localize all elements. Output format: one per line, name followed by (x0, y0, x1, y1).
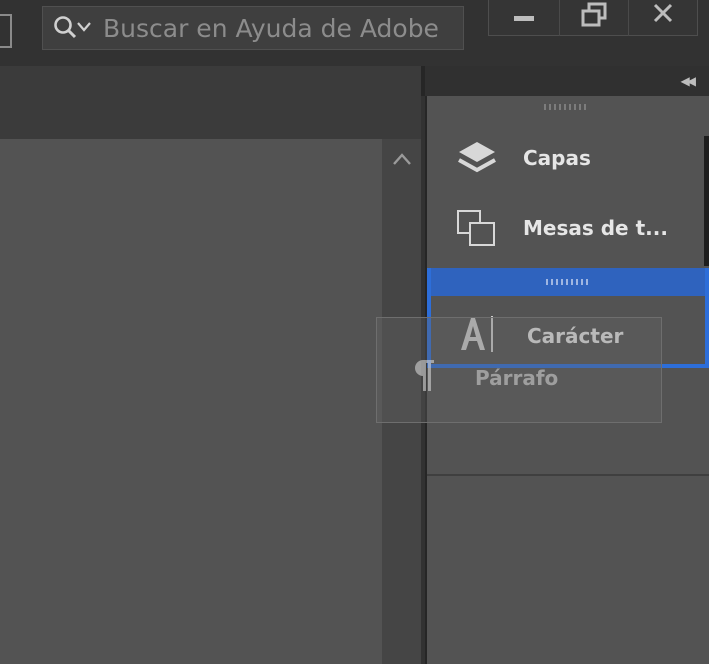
panel-item-layers[interactable]: Capas (427, 126, 709, 188)
chevron-up-icon[interactable] (392, 151, 412, 167)
pilcrow-icon (415, 360, 434, 391)
close-icon (653, 3, 673, 23)
window-controls (488, 0, 698, 36)
help-search-box[interactable] (42, 6, 464, 50)
panel-item-label: Mesas de t... (523, 216, 668, 240)
layers-icon (458, 142, 496, 173)
panel-dock-header: ◀◀ (421, 66, 709, 96)
panel-group-divider (427, 474, 709, 476)
minimize-button[interactable] (489, 0, 557, 36)
restore-button[interactable] (559, 0, 629, 36)
dragged-panel-ghost[interactable]: Párrafo (376, 317, 662, 423)
restore-icon (581, 2, 607, 27)
window-frame-edge (0, 14, 12, 48)
document-tab-bar (0, 66, 421, 139)
panel-item-label: Capas (523, 146, 591, 170)
title-bar (0, 0, 709, 66)
panel-item-artboards[interactable]: Mesas de t... (427, 196, 709, 258)
minimize-icon (514, 16, 534, 21)
search-input[interactable] (103, 11, 459, 45)
collapse-panels-icon[interactable]: ◀◀ (681, 74, 697, 88)
panel-group-grip[interactable] (546, 279, 590, 285)
panel-group-grip[interactable] (544, 104, 588, 110)
artboards-icon (457, 210, 495, 246)
search-icon[interactable] (53, 15, 79, 41)
close-button[interactable] (629, 0, 697, 36)
chevron-down-icon[interactable] (77, 21, 91, 33)
dragged-panel-label: Párrafo (475, 366, 559, 390)
document-canvas[interactable] (0, 139, 382, 664)
